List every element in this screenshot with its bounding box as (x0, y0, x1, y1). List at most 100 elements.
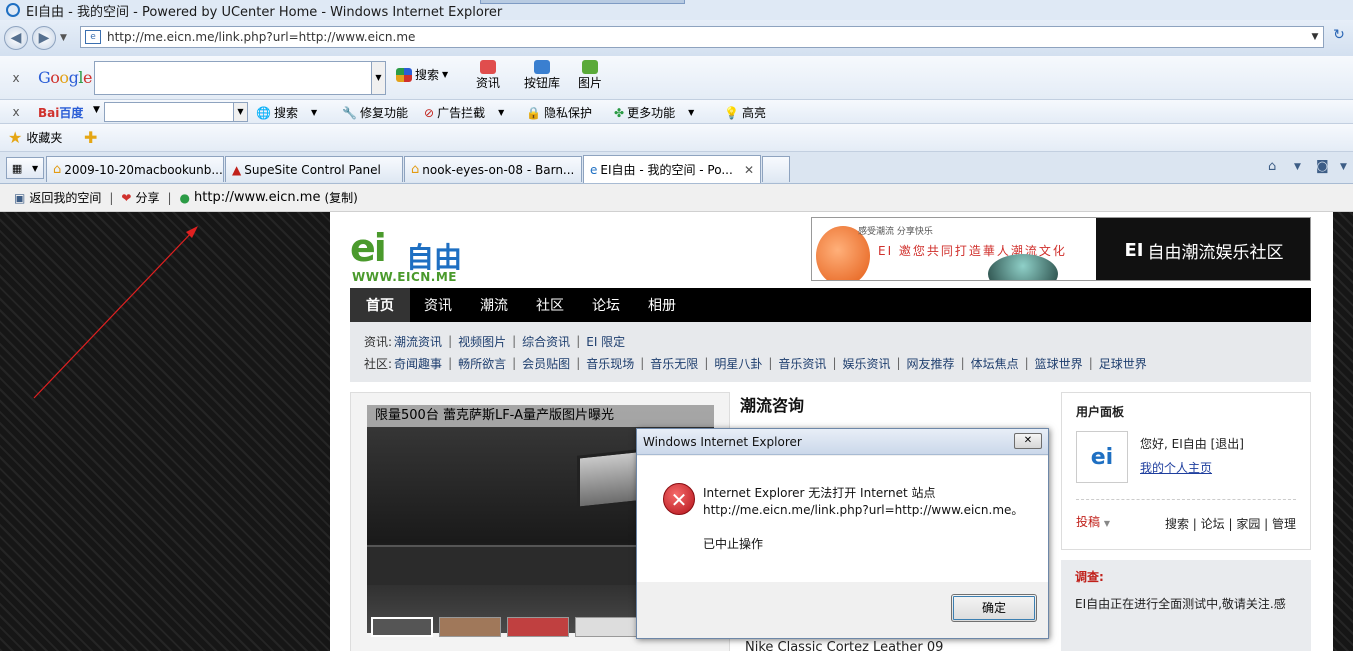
add-favorites-icon[interactable]: ✚ (84, 128, 97, 147)
google-button-gallery-button[interactable]: 按钮库 (524, 60, 560, 91)
sub-nav: 资讯: 潮流资讯 | 视频图片 | 综合资讯 | EI 限定 社区: 奇闻趣事 | 畅所欲言 | 会… (350, 322, 1311, 382)
rss-feed-icon[interactable]: ◙ (1316, 159, 1329, 174)
sub-nav-link[interactable]: 视频图片 (458, 333, 506, 350)
tab-nook[interactable]: ⌂ nook-eyes-on-08 - Barn... (404, 156, 582, 182)
address-url[interactable]: http://me.eicn.me/link.php?url=http://ww… (107, 30, 1307, 44)
address-bar[interactable]: e http://me.eicn.me/link.php?url=http://… (80, 26, 1324, 48)
sub-nav-link[interactable]: 会员贴图 (522, 355, 570, 372)
google-buttons-label: 按钮库 (524, 76, 561, 90)
sub-nav-link[interactable]: 音乐现场 (586, 355, 634, 372)
site-logo[interactable]: ei 自由 WWW.EICN.ME (350, 222, 480, 284)
nav-forum[interactable]: 论坛 (578, 288, 634, 322)
close-tab-icon[interactable]: ✕ (744, 163, 754, 177)
forward-button[interactable]: ▶ (32, 26, 56, 50)
baidu-search-button[interactable]: 🌐 搜索 ▼ (256, 104, 317, 121)
google-images-button[interactable]: 图片 (578, 60, 602, 91)
baidu-more-label: 更多功能 (627, 106, 676, 120)
dialog-title: Windows Internet Explorer (643, 434, 802, 449)
tab-supesite[interactable]: ▲ SupeSite Control Panel (225, 156, 403, 182)
baidu-privacy-button[interactable]: 🔒 隐私保护 (526, 104, 592, 121)
sub-nav-link[interactable]: 潮流资讯 (394, 333, 442, 350)
header-banner[interactable]: 感受潮流 分享快乐 EI 邀您共同打造華人潮流文化 EI 自由潮流娱乐社区 (811, 217, 1311, 281)
sub-nav-link[interactable]: EI 限定 (586, 333, 625, 350)
tab-eicn-active[interactable]: e EI自由 - 我的空间 - Po... ✕ (583, 155, 761, 183)
nav-home[interactable]: 首页 (350, 288, 410, 322)
back-arrow-icon: ◀ (10, 30, 22, 46)
google-search-label: 搜索 (415, 68, 440, 82)
sub-nav-link[interactable]: 音乐无限 (650, 355, 698, 372)
google-news-button[interactable]: 资讯 (476, 60, 500, 91)
sub-nav-link[interactable]: 娱乐资讯 (842, 355, 890, 372)
photo-thumbnail[interactable] (439, 617, 501, 637)
baidu-logo-dropdown-icon[interactable]: ▼ (93, 105, 100, 115)
dialog-sub-message: 已中止操作 (703, 537, 764, 551)
baidu-more-button[interactable]: ✤ 更多功能 ▼ (614, 104, 694, 121)
separator: | (576, 334, 581, 348)
tab-label: nook-eyes-on-08 - Barn... (422, 162, 575, 177)
history-dropdown-icon[interactable]: ▼ (60, 33, 67, 43)
favorites-button[interactable]: 收藏夹 (26, 129, 62, 146)
address-dropdown-icon[interactable]: ▼ (1307, 32, 1323, 42)
sub-nav-link[interactable]: 篮球世界 (1035, 355, 1083, 372)
baidu-adblock-label: 广告拦截 (437, 106, 486, 120)
sub-nav-link[interactable]: 网友推荐 (907, 355, 955, 372)
sub-nav-link[interactable]: 明星八卦 (714, 355, 762, 372)
sub-nav-link[interactable]: 综合资讯 (522, 333, 570, 350)
baidu-highlight-button[interactable]: 💡 高亮 (724, 104, 766, 121)
baidu-highlight-label: 高亮 (741, 106, 766, 120)
avatar[interactable]: ei (1076, 431, 1128, 483)
nav-news[interactable]: 资讯 (410, 288, 466, 322)
sub-nav-link[interactable]: 音乐资讯 (778, 355, 826, 372)
sub-nav-community-label: 社区: (364, 356, 393, 371)
window-title: EI自由 - 我的空间 - Powered by UCenter Home - … (26, 4, 503, 20)
sub-nav-link[interactable]: 体坛焦点 (971, 355, 1019, 372)
post-button[interactable]: 投稿 ▼ (1076, 513, 1110, 530)
home-dropdown-icon[interactable]: ▼ (1294, 162, 1301, 172)
error-dialog: Windows Internet Explorer ✕ ✕ Internet E… (636, 428, 1049, 639)
new-tab-button[interactable] (762, 156, 790, 182)
site-link[interactable]: ● http://www.eicn.me (复制) (180, 189, 358, 206)
baidu-search-dropdown-icon[interactable]: ▼ (234, 102, 248, 122)
post-label: 投稿 (1076, 515, 1101, 529)
photo-thumbnail[interactable] (575, 617, 637, 637)
google-search-input[interactable] (94, 61, 372, 95)
sub-nav-link[interactable]: 畅所欲言 (458, 355, 506, 372)
ok-button[interactable]: 确定 (951, 594, 1037, 622)
separator: | (448, 334, 453, 348)
sub-nav-news-label: 资讯: (364, 334, 393, 349)
news-item[interactable]: Nike Classic Cortez Leather 09 (745, 640, 943, 651)
chevron-down-icon: ▼ (1103, 519, 1110, 528)
nav-community[interactable]: 社区 (522, 288, 578, 322)
photo-thumbnail[interactable] (507, 617, 569, 637)
back-to-space-link[interactable]: ▣ 返回我的空间 (14, 189, 101, 206)
sub-nav-link[interactable]: 奇闻趣事 (394, 355, 442, 372)
photo-thumbnail[interactable] (371, 617, 433, 637)
refresh-icon[interactable]: ↻ (1328, 27, 1350, 47)
dialog-close-button[interactable]: ✕ (1014, 433, 1042, 449)
survey-box: 调查: EI自由正在进行全面测试中,敬请关注.感 (1061, 560, 1311, 651)
copy-link[interactable]: (复制) (324, 189, 357, 206)
share-link[interactable]: ❤ 分享 (121, 189, 159, 206)
tab-label: EI自由 - 我的空间 - Po... (600, 163, 733, 177)
user-panel-title: 用户面板 (1076, 405, 1125, 419)
baidu-toolbar-close-icon[interactable]: x (8, 105, 24, 119)
globe-icon: ● (179, 190, 191, 205)
user-panel-links[interactable]: 搜索 | 论坛 | 家园 | 管理 (1165, 515, 1296, 532)
window-title-bar: EI自由 - 我的空间 - Powered by UCenter Home - … (0, 0, 1353, 20)
quick-tabs-button[interactable]: ▦ ▼ (6, 157, 44, 179)
google-toolbar-close-icon[interactable]: x (8, 71, 24, 85)
nav-album[interactable]: 相册 (634, 288, 690, 322)
baidu-repair-button[interactable]: 🔧 修复功能 (342, 104, 408, 121)
back-button[interactable]: ◀ (4, 26, 28, 50)
separator: | (768, 356, 773, 370)
home-page-icon[interactable]: ⌂ (1268, 159, 1276, 174)
tab-macbook[interactable]: ⌂ 2009-10-20macbookunb... (46, 156, 224, 182)
baidu-search-input[interactable] (104, 102, 234, 122)
sub-nav-link[interactable]: 足球世界 (1099, 355, 1147, 372)
google-search-dropdown-icon[interactable]: ▼ (372, 61, 386, 95)
feed-dropdown-icon[interactable]: ▼ (1340, 162, 1347, 172)
my-home-link[interactable]: 我的个人主页 (1140, 459, 1212, 476)
baidu-adblock-button[interactable]: ⊘ 广告拦截 ▼ (424, 104, 504, 121)
nav-trend[interactable]: 潮流 (466, 288, 522, 322)
google-search-button[interactable]: 搜索 ▼ (396, 66, 448, 83)
